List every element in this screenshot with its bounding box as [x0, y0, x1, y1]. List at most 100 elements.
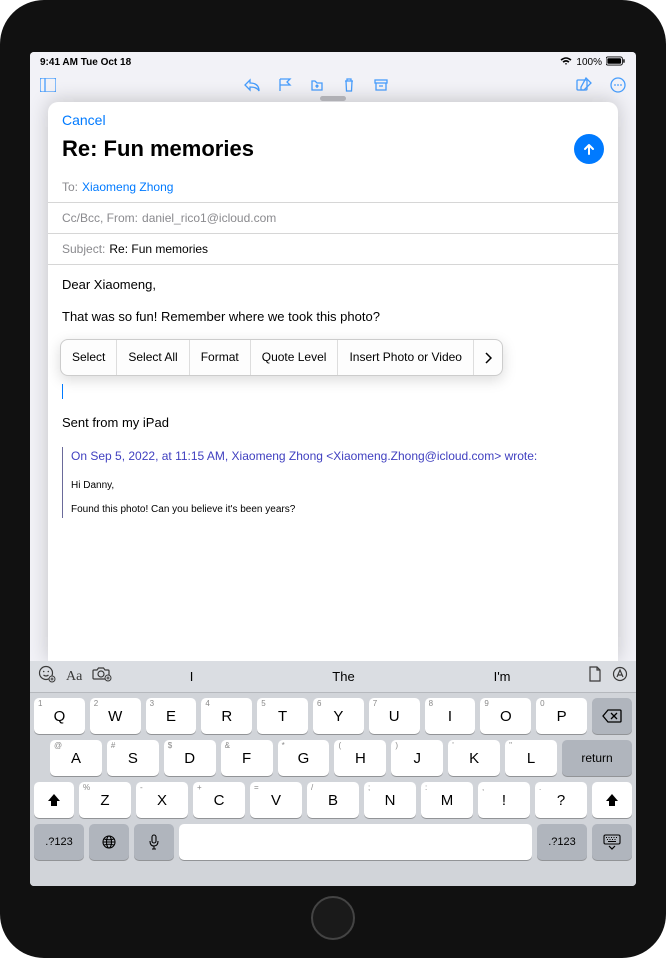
cancel-button[interactable]: Cancel: [62, 112, 106, 128]
to-label: To:: [62, 180, 78, 194]
ellipsis-circle-icon: [610, 77, 626, 98]
battery-icon: [606, 56, 626, 69]
key-k[interactable]: 'K: [448, 740, 500, 776]
to-value[interactable]: Xiaomeng Zhong: [82, 180, 173, 194]
shift-icon: [604, 792, 620, 808]
key-question[interactable]: .?: [535, 782, 587, 818]
key-l[interactable]: "L: [505, 740, 557, 776]
cc-label: Cc/Bcc, From:: [62, 211, 138, 225]
home-button[interactable]: [311, 896, 355, 940]
chevron-right-icon: [484, 352, 492, 364]
backspace-icon: [602, 709, 622, 723]
text-context-menu: Select Select All Format Quote Level Ins…: [60, 339, 503, 376]
key-t[interactable]: 5T: [257, 698, 308, 734]
status-bar: 9:41 AM Tue Oct 18 100%: [30, 52, 636, 72]
shift-icon: [46, 792, 62, 808]
status-right: 100%: [560, 56, 626, 69]
keyboard-toolbar: Aa I The I'm: [30, 661, 636, 693]
menu-format[interactable]: Format: [190, 340, 251, 375]
keyboard: Aa I The I'm 1Q 2W 3E: [30, 661, 636, 886]
suggestion-3[interactable]: I'm: [486, 665, 519, 688]
to-field[interactable]: To: Xiaomeng Zhong: [48, 172, 618, 203]
text-format-icon[interactable]: Aa: [66, 669, 82, 685]
camera-icon[interactable]: [92, 666, 112, 687]
suggestion-2[interactable]: The: [324, 665, 362, 688]
key-backspace[interactable]: [592, 698, 632, 734]
key-d[interactable]: $D: [164, 740, 216, 776]
scan-document-icon[interactable]: [588, 666, 602, 687]
key-numbers-left[interactable]: .?123: [34, 824, 84, 860]
key-return[interactable]: return: [562, 740, 632, 776]
key-h[interactable]: (H: [334, 740, 386, 776]
text-cursor: [62, 384, 604, 399]
menu-insert-photo[interactable]: Insert Photo or Video: [338, 340, 474, 375]
emoji-icon[interactable]: [38, 665, 56, 688]
quoted-email: On Sep 5, 2022, at 11:15 AM, Xiaomeng Zh…: [62, 447, 604, 518]
key-b[interactable]: /B: [307, 782, 359, 818]
wifi-icon: [560, 56, 572, 69]
email-body[interactable]: Dear Xiaomeng, That was so fun! Remember…: [48, 265, 618, 661]
key-x[interactable]: -X: [136, 782, 188, 818]
move-icon: [310, 78, 324, 97]
key-m[interactable]: :M: [421, 782, 473, 818]
suggestion-1[interactable]: I: [182, 665, 202, 688]
key-q[interactable]: 1Q: [34, 698, 85, 734]
globe-icon: [101, 834, 117, 850]
key-shift-right[interactable]: [592, 782, 632, 818]
key-y[interactable]: 6Y: [313, 698, 364, 734]
flag-icon: [278, 78, 292, 97]
key-shift-left[interactable]: [34, 782, 74, 818]
quote-header: On Sep 5, 2022, at 11:15 AM, Xiaomeng Zh…: [71, 447, 604, 466]
key-r[interactable]: 4R: [201, 698, 252, 734]
body-greeting: Dear Xiaomeng,: [62, 275, 604, 295]
compose-icon: [576, 77, 592, 98]
key-u[interactable]: 7U: [369, 698, 420, 734]
key-s[interactable]: #S: [107, 740, 159, 776]
ipad-frame: 9:41 AM Tue Oct 18 100%: [0, 0, 666, 958]
key-dictation[interactable]: [134, 824, 174, 860]
key-space[interactable]: [179, 824, 532, 860]
quote-line-1: Hi Danny,: [71, 478, 604, 494]
send-button[interactable]: [574, 134, 604, 164]
key-i[interactable]: 8I: [425, 698, 476, 734]
subject-field[interactable]: Subject: Re: Fun memories: [48, 234, 618, 265]
key-globe[interactable]: [89, 824, 129, 860]
sidebar-toggle-icon: [40, 78, 56, 97]
body-line: That was so fun! Remember where we took …: [62, 307, 604, 327]
menu-more[interactable]: [474, 340, 502, 375]
key-numbers-right[interactable]: .?123: [537, 824, 587, 860]
key-a[interactable]: @A: [50, 740, 102, 776]
dismiss-keyboard-icon: [602, 834, 622, 850]
menu-select[interactable]: Select: [61, 340, 117, 375]
sheet-grabber[interactable]: [320, 96, 346, 101]
kb-row-1: 1Q 2W 3E 4R 5T 6Y 7U 8I 9O 0P: [34, 698, 632, 734]
key-p[interactable]: 0P: [536, 698, 587, 734]
markup-icon[interactable]: [612, 666, 628, 687]
cc-value: daniel_rico1@icloud.com: [142, 211, 276, 225]
cc-bcc-from-field[interactable]: Cc/Bcc, From: daniel_rico1@icloud.com: [48, 203, 618, 234]
key-n[interactable]: ;N: [364, 782, 416, 818]
key-z[interactable]: %Z: [79, 782, 131, 818]
kb-row-3: %Z -X +C =V /B ;N :M ,! .?: [34, 782, 632, 818]
subject-label: Subject:: [62, 242, 105, 256]
key-o[interactable]: 9O: [480, 698, 531, 734]
key-e[interactable]: 3E: [146, 698, 197, 734]
key-v[interactable]: =V: [250, 782, 302, 818]
key-f[interactable]: &F: [221, 740, 273, 776]
subject-value: Re: Fun memories: [109, 242, 208, 256]
kb-row-4: .?123 .?123: [34, 824, 632, 860]
signature: Sent from my iPad: [62, 413, 604, 433]
key-j[interactable]: )J: [391, 740, 443, 776]
compose-sheet: Cancel Re: Fun memories To: Xiaomeng Zho…: [48, 102, 618, 661]
menu-select-all[interactable]: Select All: [117, 340, 189, 375]
mic-icon: [148, 834, 160, 850]
screen: 9:41 AM Tue Oct 18 100%: [30, 52, 636, 886]
key-dismiss-keyboard[interactable]: [592, 824, 632, 860]
battery-pct: 100%: [576, 57, 602, 68]
key-w[interactable]: 2W: [90, 698, 141, 734]
key-g[interactable]: *G: [278, 740, 330, 776]
archive-icon: [374, 78, 388, 97]
menu-quote-level[interactable]: Quote Level: [251, 340, 339, 375]
key-exclaim[interactable]: ,!: [478, 782, 530, 818]
key-c[interactable]: +C: [193, 782, 245, 818]
